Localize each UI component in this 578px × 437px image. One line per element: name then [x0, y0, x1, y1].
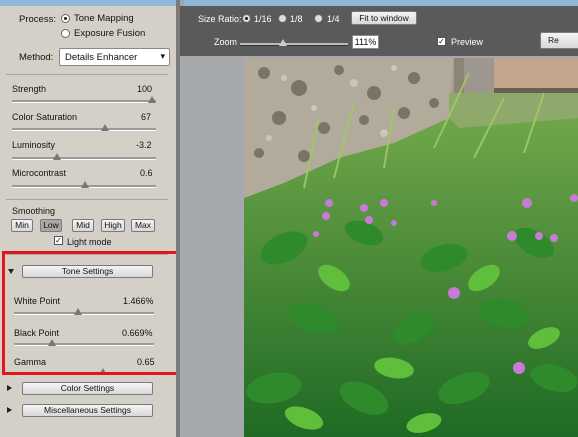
color-saturation-value: 67 [141, 112, 152, 122]
exposure-fusion-radio[interactable] [61, 29, 70, 38]
strength-value: 100 [137, 84, 153, 94]
color-settings-button[interactable]: Color Settings [22, 382, 153, 395]
ratio-1-8-label: 1/8 [290, 14, 303, 24]
light-mode-checkbox[interactable]: ✓ [54, 236, 63, 245]
tone-settings-highlight [2, 251, 179, 375]
light-mode-label: Light mode [67, 237, 112, 247]
preview-label: Preview [451, 37, 484, 47]
smoothing-high-button[interactable]: High [101, 219, 125, 232]
method-dropdown[interactable]: Details Enhancer ▾ [59, 48, 170, 66]
method-value: Details Enhancer [65, 52, 138, 63]
smoothing-min-button[interactable]: Min [11, 219, 33, 232]
collapsed-triangle-icon[interactable] [7, 407, 12, 413]
luminosity-value: -3.2 [136, 140, 152, 150]
tone-mapping-label: Tone Mapping [74, 13, 134, 24]
preview-image [244, 58, 578, 437]
color-saturation-slider[interactable] [12, 128, 156, 131]
reset-button[interactable]: Re [540, 32, 578, 49]
collapsed-triangle-icon[interactable] [7, 385, 12, 391]
luminosity-slider-thumb[interactable] [53, 153, 61, 160]
luminosity-label: Luminosity [12, 140, 56, 150]
color-saturation-slider-thumb[interactable] [101, 124, 109, 131]
zoom-input[interactable]: 111% [352, 35, 379, 49]
strength-slider[interactable] [12, 100, 156, 103]
smoothing-label: Smoothing [12, 206, 56, 216]
ratio-1-8-radio[interactable] [278, 14, 287, 23]
zoom-label: Zoom [214, 37, 238, 47]
preview-checkbox[interactable]: ✓ [437, 37, 446, 46]
microcontrast-slider-thumb[interactable] [81, 181, 89, 188]
smoothing-mid-button[interactable]: Mid [72, 219, 94, 232]
strength-slider-thumb[interactable] [148, 96, 156, 103]
luminosity-slider[interactable] [12, 157, 156, 160]
zoom-slider-thumb[interactable] [279, 39, 287, 46]
zoom-slider[interactable] [240, 43, 348, 46]
ratio-1-4-radio[interactable] [314, 14, 323, 23]
color-saturation-label: Color Saturation [12, 112, 78, 122]
divider [6, 74, 168, 75]
preview-photo [244, 58, 578, 437]
ratio-1-4-label: 1/4 [327, 14, 340, 24]
ratio-1-16-label: 1/16 [254, 14, 272, 24]
exposure-fusion-label: Exposure Fusion [74, 28, 146, 39]
divider [6, 199, 168, 200]
method-label: Method: [19, 52, 54, 63]
microcontrast-label: Microcontrast [12, 168, 67, 178]
dropdown-arrows-icon: ▾ [160, 51, 165, 61]
ratio-1-16-radio[interactable] [242, 14, 251, 23]
strength-label: Strength [12, 84, 47, 94]
size-ratio-label: Size Ratio: [198, 14, 242, 24]
fit-to-window-button[interactable]: Fit to window [351, 11, 417, 25]
smoothing-low-button[interactable]: Low [40, 219, 62, 232]
process-label: Process: [19, 14, 56, 25]
microcontrast-value: 0.6 [140, 168, 153, 178]
tone-mapping-radio[interactable] [61, 14, 70, 23]
smoothing-max-button[interactable]: Max [131, 219, 155, 232]
misc-settings-button[interactable]: Miscellaneous Settings [22, 404, 153, 417]
preview-toolbar: Size Ratio: 1/16 1/8 1/4 Fit to window Z… [180, 6, 578, 56]
